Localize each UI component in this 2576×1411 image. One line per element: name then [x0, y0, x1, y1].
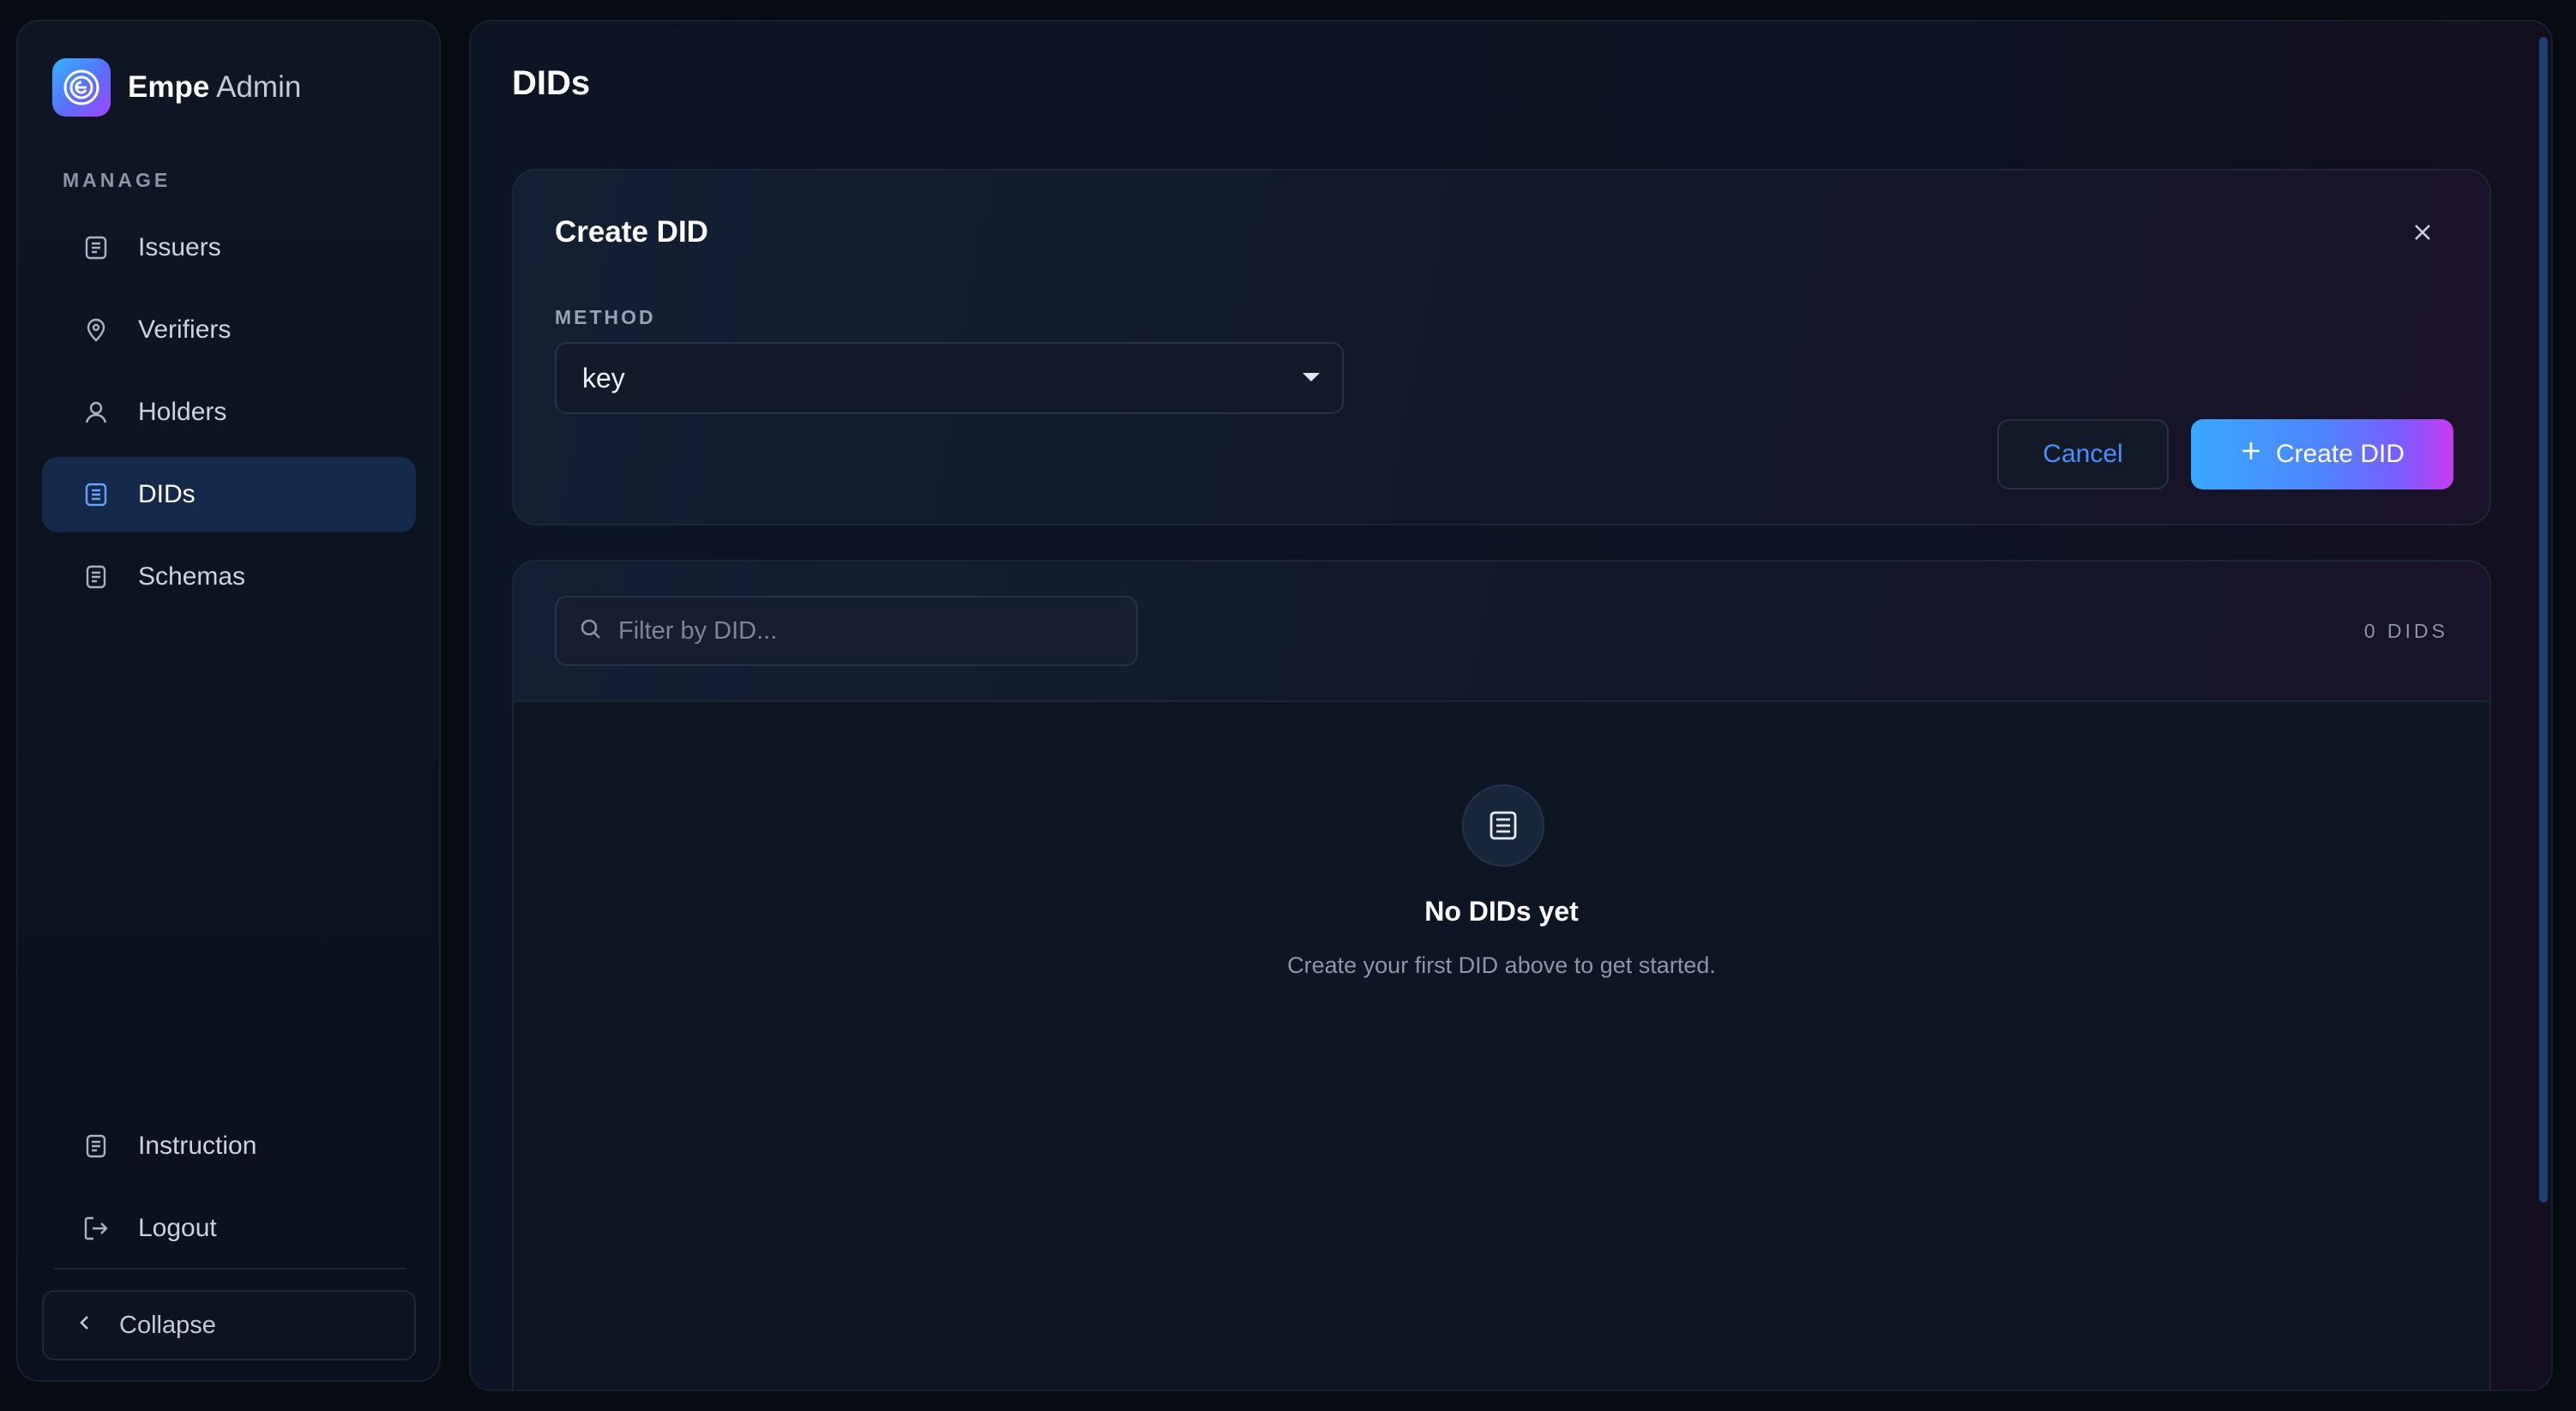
main-content: DIDs Create DID METHOD key Cancel Create…: [469, 20, 2553, 1391]
create-did-title: Create DID: [555, 215, 708, 249]
collapse-button[interactable]: Collapse: [42, 1290, 416, 1360]
empty-state-subtitle: Create your first DID above to get start…: [1287, 952, 1716, 978]
cancel-button-label: Cancel: [2043, 440, 2123, 468]
create-did-button[interactable]: Create DID: [2191, 419, 2453, 489]
close-icon: [2411, 221, 2434, 248]
collapse-label: Collapse: [119, 1311, 216, 1339]
sidebar-item-instruction[interactable]: Instruction: [42, 1108, 416, 1184]
empty-state-title: No DIDs yet: [1424, 896, 1579, 927]
page-title: DIDs: [512, 64, 591, 102]
sidebar-item-dids[interactable]: DIDs: [42, 457, 416, 532]
caret-down-icon: [1303, 373, 1320, 381]
sidebar-item-label: Schemas: [138, 562, 246, 591]
chevron-left-icon: [76, 1312, 93, 1340]
brand[interactable]: Empe Admin: [52, 58, 301, 117]
filter-field[interactable]: [618, 616, 1098, 645]
document-icon: [81, 480, 111, 509]
sidebar-divider: [54, 1268, 406, 1270]
plus-icon: [2240, 440, 2262, 469]
scrollbar[interactable]: [2539, 37, 2548, 1203]
filter-input[interactable]: [555, 596, 1138, 666]
sidebar-item-label: Verifiers: [138, 315, 232, 344]
section-label-manage: MANAGE: [63, 169, 172, 191]
sidebar-item-logout[interactable]: Logout: [42, 1191, 416, 1266]
brand-name-light: Admin: [216, 70, 302, 104]
sidebar-item-label: DIDs: [138, 480, 196, 508]
sidebar: Empe Admin MANAGE Issuers Verifiers Hold…: [16, 20, 441, 1382]
create-did-button-label: Create DID: [2275, 440, 2405, 468]
app-root: Empe Admin MANAGE Issuers Verifiers Hold…: [0, 0, 2576, 1411]
cancel-button[interactable]: Cancel: [1997, 419, 2169, 489]
method-select-value: key: [582, 362, 625, 393]
did-count: 0 DIDS: [2363, 620, 2448, 642]
sidebar-item-issuers[interactable]: Issuers: [42, 210, 416, 285]
sidebar-item-label: Instruction: [138, 1132, 257, 1160]
document-icon: [81, 562, 111, 591]
sidebar-item-holders[interactable]: Holders: [42, 375, 416, 450]
document-icon: [81, 233, 111, 262]
brand-name: Empe Admin: [128, 70, 301, 105]
brand-name-bold: Empe: [128, 70, 210, 104]
search-icon: [579, 617, 603, 645]
sidebar-item-schemas[interactable]: Schemas: [42, 539, 416, 615]
sidebar-item-verifiers[interactable]: Verifiers: [42, 292, 416, 368]
did-list-card: 0 DIDS No DIDs yet Create your first DID…: [512, 560, 2491, 1390]
empty-state: No DIDs yet Create your first DID above …: [514, 702, 2489, 1390]
method-label: METHOD: [555, 306, 656, 328]
document-icon: [81, 1132, 111, 1161]
location-pin-icon: [81, 315, 111, 345]
sidebar-item-label: Issuers: [138, 233, 221, 261]
user-icon: [81, 398, 111, 427]
brand-logo-icon: [52, 58, 111, 117]
sidebar-item-label: Logout: [138, 1214, 217, 1242]
sidebar-item-label: Holders: [138, 398, 227, 426]
create-did-card: Create DID METHOD key Cancel Create DID: [512, 169, 2491, 525]
method-select[interactable]: key: [555, 342, 1344, 414]
empty-document-icon: [1462, 784, 1544, 867]
logout-icon: [81, 1214, 111, 1243]
close-button[interactable]: [2407, 219, 2438, 249]
